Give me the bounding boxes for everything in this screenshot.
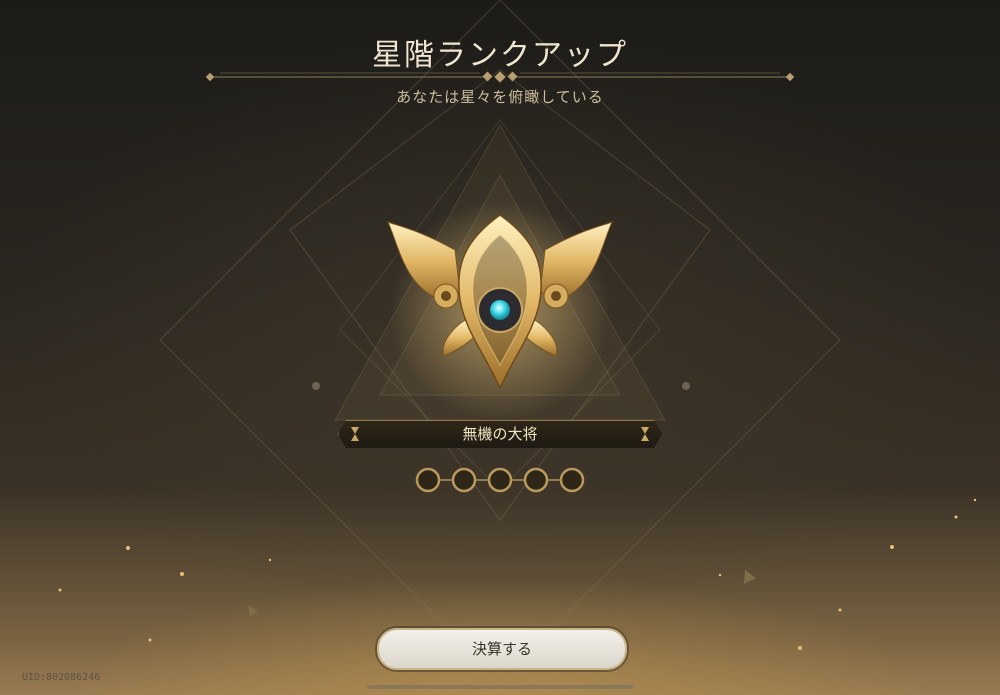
page-title: 星階ランクアップ bbox=[372, 38, 628, 73]
rank-star-slot bbox=[523, 467, 549, 493]
rank-name: 無機の大将 bbox=[462, 425, 538, 443]
settle-button[interactable]: 決算する bbox=[377, 628, 627, 670]
home-indicator bbox=[367, 685, 633, 689]
rank-emblem-icon bbox=[387, 200, 613, 420]
rank-star-slot bbox=[451, 467, 477, 493]
rank-star-slot bbox=[415, 467, 441, 493]
rank-star-slot bbox=[487, 467, 513, 493]
uid-label: UID:802086246 bbox=[22, 672, 101, 683]
rank-star-slot bbox=[559, 467, 585, 493]
page-subtitle: あなたは星々を俯瞰している bbox=[396, 88, 604, 106]
